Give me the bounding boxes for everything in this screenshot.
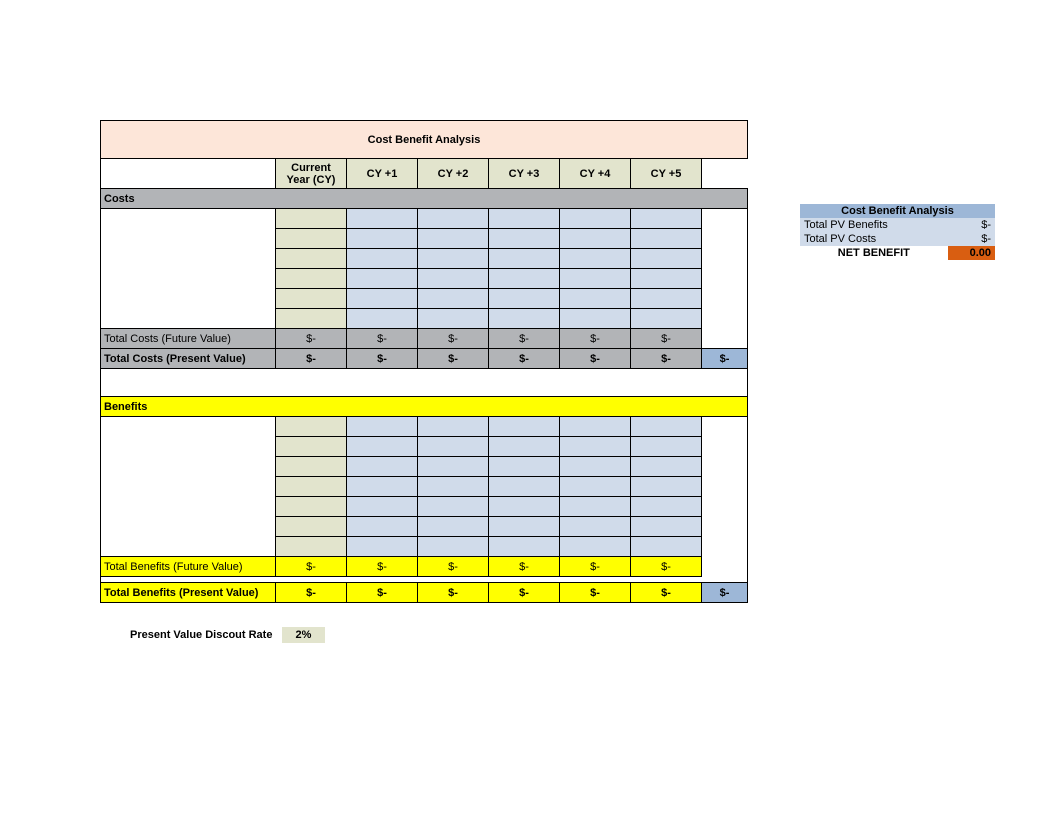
summary-pv-costs-label: Total PV Costs [800,232,948,246]
col-header[interactable]: CY +5 [631,159,702,189]
col-header[interactable]: CY +1 [347,159,418,189]
costs-section-header: Costs [101,189,748,209]
col-header[interactable]: CY +3 [489,159,560,189]
discount-rate-row: Present Value Discout Rate 2% [130,627,1057,643]
col-header[interactable]: Current Year (CY) [276,159,347,189]
discount-rate-label: Present Value Discout Rate [130,629,272,641]
summary-box: Cost Benefit Analysis Total PV Benefits … [800,204,995,260]
total-costs-fv-label: Total Costs (Future Value) [101,329,276,349]
summary-title: Cost Benefit Analysis [800,204,995,218]
col-header[interactable]: CY +2 [418,159,489,189]
summary-pv-costs-value: $- [948,232,995,246]
total-costs-pv-label: Total Costs (Present Value) [101,349,276,369]
discount-rate-value[interactable]: 2% [282,627,326,643]
total-benefits-fv-label: Total Benefits (Future Value) [101,557,276,577]
col-header[interactable]: CY +4 [560,159,631,189]
summary-pv-benefits-label: Total PV Benefits [800,218,948,232]
total-costs-pv-sum: $- [702,349,748,369]
summary-net-value: 0.00 [948,246,995,260]
summary-pv-benefits-value: $- [948,218,995,232]
summary-net-label: NET BENEFIT [800,246,948,260]
benefits-section-header: Benefits [101,397,748,417]
total-benefits-pv-label: Total Benefits (Present Value) [101,583,276,603]
total-benefits-pv-sum: $- [702,583,748,603]
page-title: Cost Benefit Analysis [101,121,748,159]
cost-benefit-table: Cost Benefit Analysis Current Year (CY) … [100,120,748,603]
